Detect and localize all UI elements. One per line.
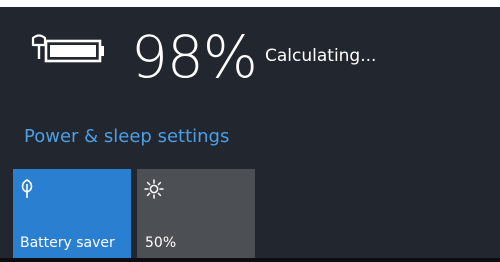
- battery-flyout: 98% Calculating... Power & sleep setting…: [0, 7, 500, 258]
- battery-percentage: 98%: [131, 23, 258, 91]
- power-sleep-settings-link[interactable]: Power & sleep settings: [24, 122, 229, 152]
- battery-full-plugged-icon: [30, 32, 106, 70]
- battery-saver-label: Battery saver: [20, 235, 115, 251]
- brightness-icon: [144, 179, 164, 203]
- battery-time-remaining: Calculating...: [265, 46, 377, 66]
- brightness-button[interactable]: 50%: [137, 169, 255, 258]
- battery-saver-button[interactable]: Battery saver: [13, 169, 131, 258]
- taskbar-edge: [0, 258, 500, 262]
- window-top-edge: [0, 0, 500, 7]
- brightness-label: 50%: [145, 235, 177, 251]
- leaf-icon: [20, 179, 34, 203]
